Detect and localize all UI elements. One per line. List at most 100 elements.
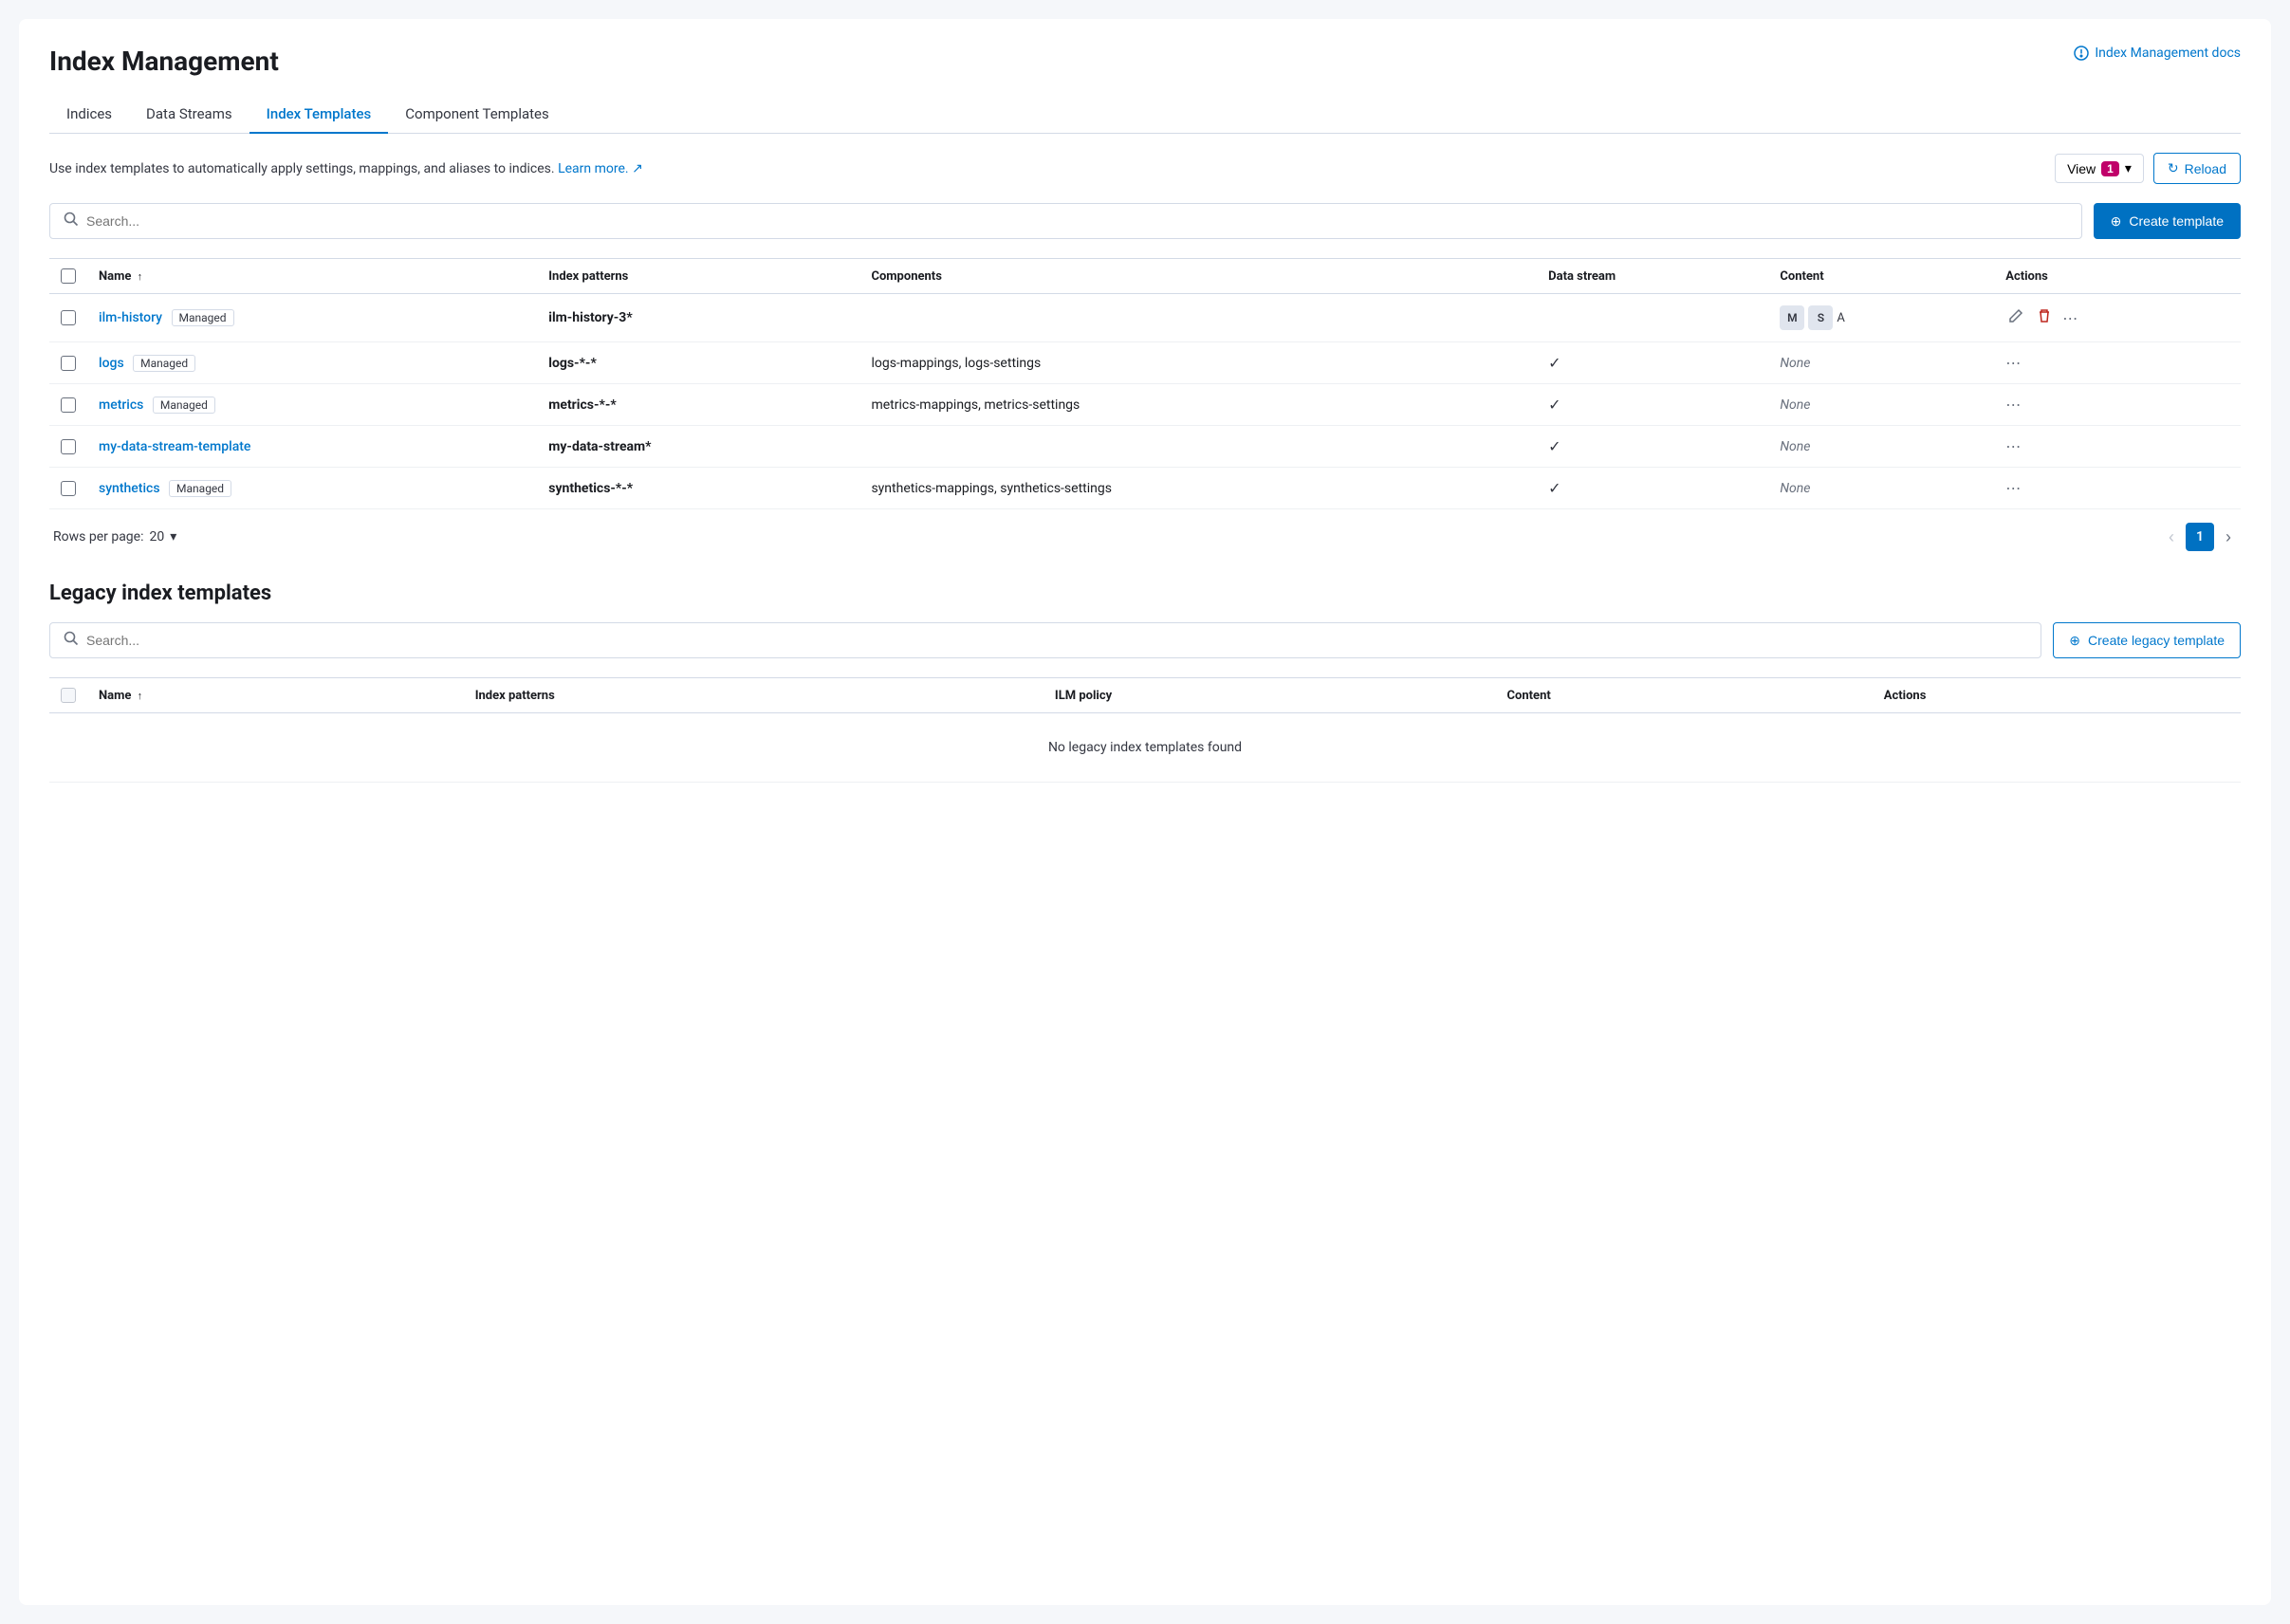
- row-checkbox[interactable]: [61, 356, 76, 371]
- cell-index-patterns: my-data-stream*: [537, 426, 859, 468]
- rows-per-page[interactable]: Rows per page: 20 ▾: [53, 529, 176, 544]
- managed-badge: Managed: [133, 355, 195, 372]
- more-actions-button[interactable]: ⋯: [2005, 354, 2022, 372]
- cell-index-patterns: metrics-*-*: [537, 384, 859, 426]
- col-content: Content: [1768, 259, 1994, 294]
- more-actions-button[interactable]: ⋯: [2005, 479, 2022, 497]
- create-legacy-template-button[interactable]: ⊕ Create legacy template: [2053, 622, 2241, 658]
- legacy-templates-table: Name ↑ Index patterns ILM policy Content…: [49, 677, 2241, 783]
- cell-actions: ⋯: [1994, 468, 2241, 509]
- tab-index-templates[interactable]: Index Templates: [249, 96, 389, 134]
- more-actions-button[interactable]: ⋯: [2005, 396, 2022, 414]
- search-box: [49, 203, 2082, 239]
- docs-link[interactable]: Index Management docs: [2074, 46, 2241, 61]
- row-checkbox[interactable]: [61, 439, 76, 454]
- plus-circle-icon: ⊕: [2069, 633, 2080, 649]
- cell-data-stream: ✓: [1537, 468, 1768, 509]
- search-icon: [64, 212, 79, 231]
- pagination-row: Rows per page: 20 ▾ ‹ 1 ›: [49, 509, 2241, 555]
- table-row: my-data-stream-template my-data-stream* …: [49, 426, 2241, 468]
- cell-index-patterns: logs-*-*: [537, 342, 859, 384]
- cell-components: [859, 294, 1537, 342]
- checkmark-icon: ✓: [1548, 437, 1561, 455]
- page-header: Index Management Index Management docs: [49, 46, 2241, 77]
- legacy-select-all-checkbox: [61, 688, 76, 703]
- table-header-row: Name ↑ Index patterns Components Data st…: [49, 259, 2241, 294]
- legacy-search-input[interactable]: [86, 633, 2027, 648]
- cell-content: None: [1768, 384, 1994, 426]
- description-bar: Use index templates to automatically app…: [49, 153, 2241, 184]
- cell-actions: ⋯: [1994, 294, 2241, 342]
- view-controls: View 1 ▾ ↻ Reload: [2055, 153, 2241, 184]
- create-template-button[interactable]: ⊕ Create template: [2094, 203, 2241, 239]
- prev-page-button[interactable]: ‹: [2163, 524, 2180, 551]
- page-wrapper: Index Management Index Management docs I…: [19, 19, 2271, 1605]
- edit-icon[interactable]: [2005, 305, 2026, 330]
- managed-badge: Managed: [153, 397, 215, 414]
- legacy-section: Legacy index templates ⊕ Create legacy t…: [49, 581, 2241, 783]
- sort-icon: ↑: [138, 690, 143, 702]
- search-icon: [64, 631, 79, 650]
- table-row: metrics Managed metrics-*-* metrics-mapp…: [49, 384, 2241, 426]
- search-create-row: ⊕ Create template: [49, 203, 2241, 239]
- book-icon: [2074, 46, 2089, 61]
- actions-cell: ⋯: [2005, 305, 2229, 330]
- cell-content: M S A: [1768, 294, 1994, 342]
- legacy-col-index-patterns: Index patterns: [464, 678, 1043, 713]
- cell-content: None: [1768, 468, 1994, 509]
- tab-indices[interactable]: Indices: [49, 96, 129, 134]
- learn-more-link[interactable]: Learn more. ↗: [558, 161, 643, 176]
- cell-name: my-data-stream-template: [87, 426, 537, 468]
- template-link[interactable]: synthetics: [99, 481, 160, 496]
- no-data-text: No legacy index templates found: [49, 713, 2241, 783]
- table-row: ilm-history Managed ilm-history-3* M S A: [49, 294, 2241, 342]
- view-badge: 1: [2101, 161, 2119, 176]
- template-link[interactable]: my-data-stream-template: [99, 439, 250, 454]
- cell-components: logs-mappings, logs-settings: [859, 342, 1537, 384]
- table-row: logs Managed logs-*-* logs-mappings, log…: [49, 342, 2241, 384]
- row-checkbox[interactable]: [61, 481, 76, 496]
- cell-actions: ⋯: [1994, 426, 2241, 468]
- chevron-down-icon: ▾: [2125, 160, 2132, 176]
- more-actions-button[interactable]: ⋯: [2005, 437, 2022, 455]
- search-input[interactable]: [86, 213, 2068, 229]
- cell-content: None: [1768, 426, 1994, 468]
- row-checkbox[interactable]: [61, 397, 76, 413]
- tabs-bar: Indices Data Streams Index Templates Com…: [49, 96, 2241, 134]
- select-all-checkbox[interactable]: [61, 268, 76, 284]
- legacy-table-header-row: Name ↑ Index patterns ILM policy Content…: [49, 678, 2241, 713]
- tab-component-templates[interactable]: Component Templates: [388, 96, 565, 134]
- view-button[interactable]: View 1 ▾: [2055, 154, 2144, 183]
- col-name: Name ↑: [87, 259, 537, 294]
- managed-badge: Managed: [169, 480, 231, 497]
- description-text: Use index templates to automatically app…: [49, 161, 643, 176]
- page-title: Index Management: [49, 46, 279, 77]
- cell-index-patterns: synthetics-*-*: [537, 468, 859, 509]
- cell-index-patterns: ilm-history-3*: [537, 294, 859, 342]
- cell-actions: ⋯: [1994, 342, 2241, 384]
- template-link[interactable]: logs: [99, 356, 124, 371]
- legacy-col-content: Content: [1496, 678, 1873, 713]
- legacy-no-data-row: No legacy index templates found: [49, 713, 2241, 783]
- tab-data-streams[interactable]: Data Streams: [129, 96, 249, 134]
- checkmark-icon: ✓: [1548, 396, 1561, 414]
- legacy-title: Legacy index templates: [49, 581, 2241, 605]
- cell-data-stream: ✓: [1537, 384, 1768, 426]
- index-templates-table: Name ↑ Index patterns Components Data st…: [49, 258, 2241, 509]
- row-checkbox[interactable]: [61, 310, 76, 325]
- cell-name: synthetics Managed: [87, 468, 537, 509]
- badge-m: M: [1780, 305, 1804, 330]
- more-actions-button[interactable]: ⋯: [2062, 309, 2078, 327]
- reload-button[interactable]: ↻ Reload: [2153, 153, 2241, 184]
- cell-name: ilm-history Managed: [87, 294, 537, 342]
- cell-name: metrics Managed: [87, 384, 537, 426]
- template-link[interactable]: metrics: [99, 397, 143, 413]
- col-index-patterns: Index patterns: [537, 259, 859, 294]
- cell-actions: ⋯: [1994, 384, 2241, 426]
- plus-circle-icon: ⊕: [2111, 213, 2122, 230]
- template-link[interactable]: ilm-history: [99, 310, 162, 325]
- legacy-col-actions: Actions: [1873, 678, 2241, 713]
- delete-icon[interactable]: [2034, 305, 2055, 330]
- cell-name: logs Managed: [87, 342, 537, 384]
- next-page-button[interactable]: ›: [2220, 524, 2237, 551]
